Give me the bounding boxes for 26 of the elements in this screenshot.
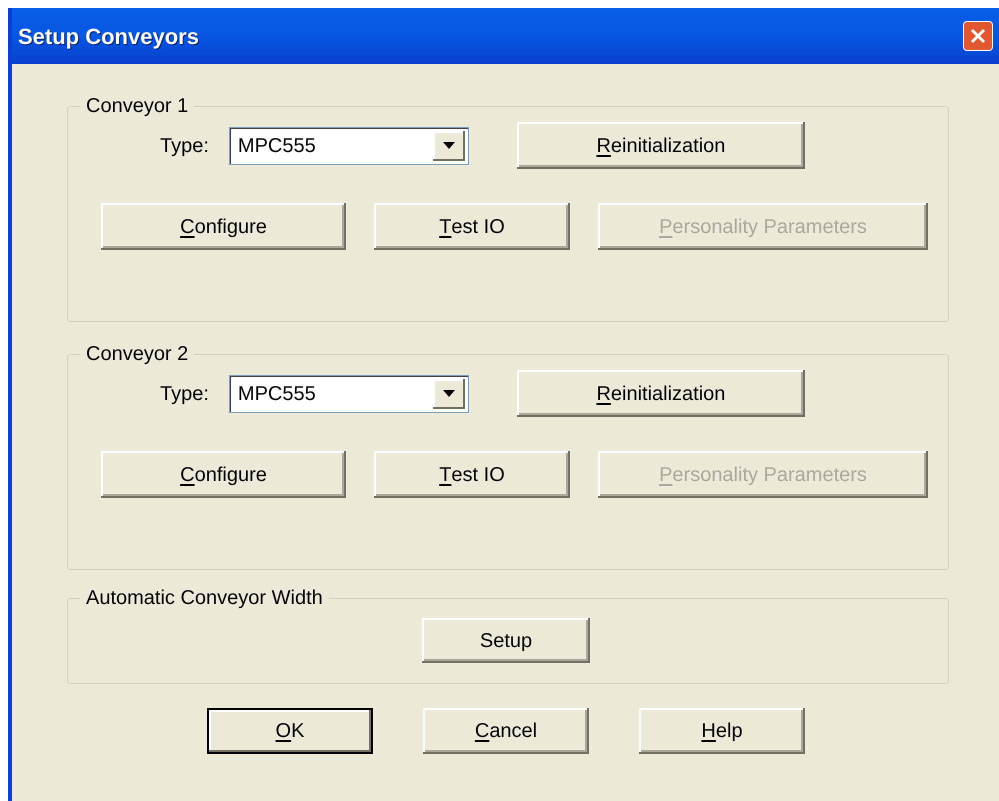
dialog-button[interactable]: Cancel (423, 708, 589, 754)
caret-icon (442, 142, 455, 149)
dialog-button[interactable]: Test IO (374, 451, 570, 498)
dropdown-value: MPC555 (238, 382, 316, 406)
dialog-button[interactable]: Setup (422, 618, 590, 663)
dialog-button[interactable]: Reinitialization (516, 370, 805, 417)
dialog-button[interactable]: Configure (101, 203, 346, 250)
window-title: Setup Conveyors (18, 22, 199, 51)
close-button[interactable] (963, 21, 993, 51)
group-title: Conveyor 1 (85, 94, 190, 118)
dropdown-arrow-button[interactable] (432, 130, 465, 160)
group-title: Conveyor 2 (85, 342, 190, 366)
group-title: Automatic Conveyor Width (85, 586, 324, 610)
close-icon (969, 27, 987, 45)
dialog-button[interactable]: Configure (101, 451, 346, 498)
dialog-button[interactable]: Reinitialization (516, 122, 805, 169)
dialog-button[interactable]: Test IO (374, 203, 570, 250)
caret-icon (442, 390, 455, 397)
type-dropdown[interactable]: MPC555 (228, 126, 469, 164)
type-dropdown[interactable]: MPC555 (228, 374, 469, 412)
dropdown-arrow-button[interactable] (432, 378, 465, 408)
type-label: Type: (160, 382, 209, 406)
type-label: Type: (160, 134, 209, 158)
dialog-button[interactable]: OK (207, 708, 373, 754)
dropdown-value: MPC555 (238, 134, 316, 158)
dialog-button[interactable]: Help (639, 708, 805, 754)
